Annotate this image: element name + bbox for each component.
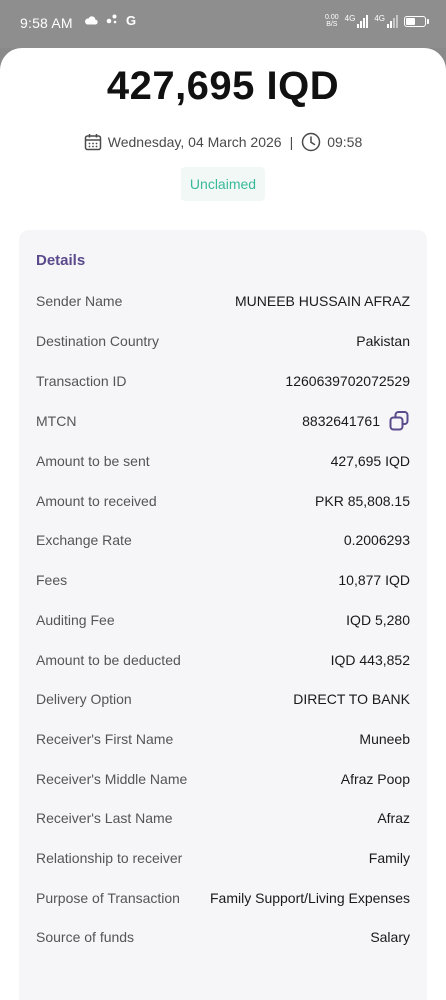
battery-icon [404, 15, 429, 27]
detail-row-mtcn: MTCN 8832641761 [36, 401, 410, 441]
detail-row-receiver-first-name: Receiver's First Name Muneeb [36, 719, 410, 759]
transaction-time: 09:58 [327, 134, 363, 150]
detail-value: Muneeb [359, 731, 410, 747]
signal-icon-1: 4G [345, 14, 369, 28]
detail-label: Amount to be sent [36, 453, 150, 469]
detail-label: Relationship to receiver [36, 850, 183, 866]
detail-value: IQD 443,852 [330, 652, 410, 668]
status-badge: Unclaimed [181, 167, 265, 201]
transaction-sheet: 427,695 IQD Wednesday, 04 March 2026 | 0… [0, 48, 446, 1000]
detail-row-receiver-middle-name: Receiver's Middle Name Afraz Poop [36, 759, 410, 799]
detail-label: Destination Country [36, 333, 159, 349]
detail-value-wrap: 8832641761 [302, 410, 410, 432]
status-bar: 9:58 AM G 0.00 B/S 4G 4G [0, 0, 446, 48]
datetime-separator: | [289, 134, 294, 150]
clock-icon [301, 132, 321, 152]
detail-value: PKR 85,808.15 [315, 493, 410, 509]
detail-value: Pakistan [356, 333, 410, 349]
detail-label: Amount to be deducted [36, 652, 181, 668]
detail-label: Source of funds [36, 929, 135, 945]
net-speed-indicator: 0.00 B/S [325, 14, 339, 28]
detail-label: MTCN [36, 413, 77, 429]
detail-value: IQD 5,280 [346, 612, 410, 628]
status-time: 9:58 AM [20, 15, 73, 31]
detail-label: Delivery Option [36, 691, 132, 707]
net-speed-unit: B/S [326, 21, 338, 28]
detail-row-source-of-funds: Source of funds Salary [36, 917, 410, 957]
transaction-date: Wednesday, 04 March 2026 [107, 134, 282, 150]
detail-value: Afraz Poop [340, 771, 410, 787]
detail-row-sender-name: Sender Name MUNEEB HUSSAIN AFRAZ [36, 281, 410, 321]
detail-row-destination-country: Destination Country Pakistan [36, 321, 410, 361]
detail-label: Amount to received [36, 493, 157, 509]
status-right-icons: 0.00 B/S 4G 4G [325, 14, 429, 28]
detail-value: 8832641761 [302, 413, 380, 429]
detail-value: Family Support/Living Expenses [210, 890, 410, 906]
detail-row-auditing-fee: Auditing Fee IQD 5,280 [36, 600, 410, 640]
settings-dots-icon [106, 13, 118, 28]
calendar-icon [84, 133, 102, 151]
battery-level-fill [406, 17, 416, 25]
detail-label: Receiver's Last Name [36, 810, 173, 826]
signal-icon-2: 4G [374, 14, 398, 28]
transaction-amount: 427,695 IQD [106, 64, 340, 108]
detail-label: Sender Name [36, 293, 123, 309]
detail-value: MUNEEB HUSSAIN AFRAZ [234, 293, 410, 309]
detail-row-transaction-id: Transaction ID 1260639702072529 [36, 361, 410, 401]
detail-row-exchange-rate: Exchange Rate 0.2006293 [36, 520, 410, 560]
detail-row-fees: Fees 10,877 IQD [36, 560, 410, 600]
network-type-label: 4G [344, 14, 356, 23]
detail-value: 0.2006293 [343, 532, 410, 548]
detail-row-receiver-last-name: Receiver's Last Name Afraz [36, 798, 410, 838]
detail-label: Fees [36, 572, 68, 588]
transaction-datetime: Wednesday, 04 March 2026 | 09:58 [0, 132, 446, 152]
detail-value: 427,695 IQD [330, 453, 410, 469]
detail-value: Family [368, 850, 410, 866]
details-heading: Details [36, 252, 86, 269]
detail-value: 10,877 IQD [338, 572, 410, 588]
detail-row-amount-sent: Amount to be sent 427,695 IQD [36, 441, 410, 481]
detail-label: Receiver's First Name [36, 731, 174, 747]
network-type-label: 4G [374, 14, 385, 23]
detail-label: Purpose of Transaction [36, 890, 180, 906]
detail-value: DIRECT TO BANK [293, 691, 410, 707]
copy-icon[interactable] [388, 410, 410, 432]
detail-label: Exchange Rate [36, 532, 132, 548]
google-icon: G [126, 13, 137, 28]
cloud-icon [84, 13, 98, 28]
detail-value: Afraz [377, 810, 410, 826]
details-card: Details Sender Name MUNEEB HUSSAIN AFRAZ… [19, 230, 427, 1000]
net-speed-value: 0.00 [325, 14, 339, 21]
detail-label: Receiver's Middle Name [36, 771, 188, 787]
detail-row-delivery-option: Delivery Option DIRECT TO BANK [36, 679, 410, 719]
detail-value: 1260639702072529 [285, 373, 410, 389]
detail-row-amount-deducted: Amount to be deducted IQD 443,852 [36, 640, 410, 680]
detail-label: Transaction ID [36, 373, 127, 389]
detail-row-relationship: Relationship to receiver Family [36, 838, 410, 878]
detail-label: Auditing Fee [36, 612, 115, 628]
detail-value: Salary [370, 929, 410, 945]
detail-row-amount-received: Amount to received PKR 85,808.15 [36, 481, 410, 521]
detail-row-purpose: Purpose of Transaction Family Support/Li… [36, 878, 410, 918]
status-left-icons: G [84, 13, 136, 28]
